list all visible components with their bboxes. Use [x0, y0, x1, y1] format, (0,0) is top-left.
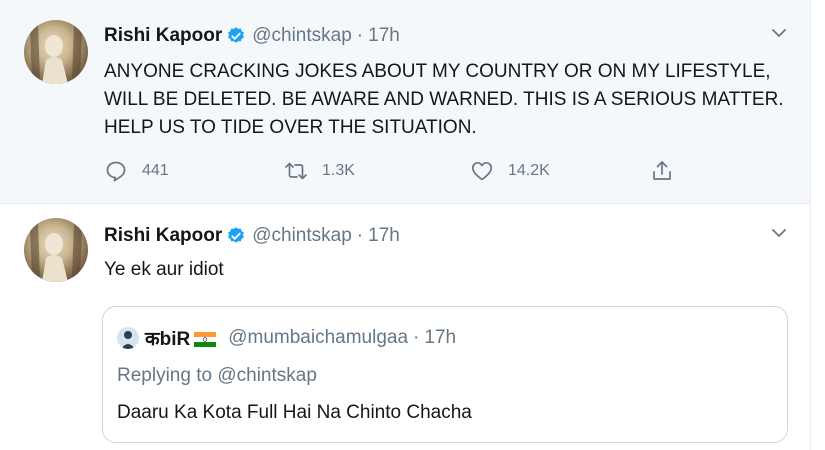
- author-handle[interactable]: @chintskap: [252, 25, 352, 47]
- avatar[interactable]: [24, 20, 88, 84]
- quoted-tweet[interactable]: कbiR @mumbaichamulgaa · 17h Replying to …: [102, 306, 788, 443]
- tweet-2[interactable]: Rishi Kapoor @chintskap · 17h Ye ek aur …: [0, 204, 811, 450]
- separator-dot: ·: [413, 327, 420, 348]
- verified-badge-icon: [226, 226, 246, 246]
- author-name[interactable]: Rishi Kapoor: [104, 225, 222, 247]
- timestamp[interactable]: 17h: [368, 25, 400, 47]
- quoted-tweet-text: Daaru Ka Kota Full Hai Na Chinto Chacha: [117, 402, 472, 423]
- tweet-text: ANYONE CRACKING JOKES ABOUT MY COUNTRY O…: [104, 61, 784, 138]
- retweet-button[interactable]: 1.3K: [284, 156, 355, 186]
- quoted-author-name[interactable]: कbiR: [145, 325, 190, 351]
- author-name[interactable]: Rishi Kapoor: [104, 25, 222, 47]
- share-button[interactable]: [650, 156, 688, 186]
- reply-icon: [106, 161, 126, 182]
- like-button[interactable]: 14.2K: [470, 156, 550, 186]
- share-icon: [653, 161, 671, 180]
- reply-count: 441: [142, 162, 169, 179]
- india-flag-icon: [194, 331, 217, 347]
- like-count: 14.2K: [508, 162, 550, 179]
- reply-button[interactable]: 441: [104, 156, 169, 186]
- quoted-timestamp[interactable]: 17h: [424, 327, 456, 349]
- chevron-down-icon[interactable]: [770, 24, 788, 42]
- retweet-icon: [285, 162, 307, 180]
- replying-to[interactable]: Replying to @chintskap: [117, 365, 317, 387]
- timestamp[interactable]: 17h: [368, 225, 400, 247]
- avatar[interactable]: [24, 218, 88, 282]
- quoted-author-handle[interactable]: @mumbaichamulgaa: [228, 327, 408, 349]
- tweet-header: Rishi Kapoor @chintskap · 17h: [104, 24, 400, 48]
- verified-badge-icon: [226, 26, 246, 46]
- tweet-actions: 441 1.3K 14.2K: [104, 156, 704, 186]
- separator-dot: ·: [356, 25, 364, 46]
- chevron-down-icon[interactable]: [770, 224, 788, 242]
- tweet-1[interactable]: Rishi Kapoor @chintskap · 17h ANYONE CRA…: [0, 0, 811, 204]
- quoted-avatar[interactable]: [117, 327, 139, 349]
- tweet-header: Rishi Kapoor @chintskap · 17h: [104, 224, 400, 248]
- quoted-tweet-header: कbiR @mumbaichamulgaa · 17h: [117, 325, 456, 351]
- retweet-count: 1.3K: [322, 162, 355, 179]
- author-handle[interactable]: @chintskap: [252, 225, 352, 247]
- like-heart-icon: [471, 161, 493, 181]
- separator-dot: ·: [356, 225, 364, 246]
- tweet-text: Ye ek aur idiot: [104, 259, 224, 280]
